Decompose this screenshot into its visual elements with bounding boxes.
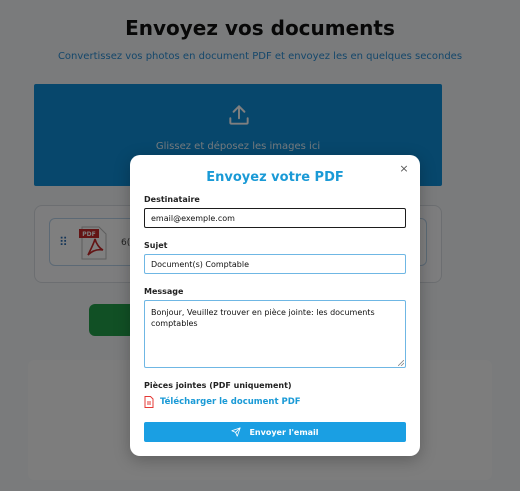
send-email-button[interactable]: Envoyer l'email	[144, 422, 406, 442]
recipient-field[interactable]	[144, 208, 406, 228]
recipient-label: Destinataire	[144, 195, 200, 204]
download-pdf-text: Télécharger le document PDF	[160, 397, 301, 407]
download-pdf-link[interactable]: Télécharger le document PDF	[144, 395, 301, 409]
message-label: Message	[144, 287, 184, 296]
message-text: Bonjour, Veuillez trouver en pièce joint…	[151, 308, 375, 328]
resize-grip-icon[interactable]	[398, 360, 404, 366]
send-email-label: Envoyer l'email	[249, 427, 319, 437]
subject-label: Sujet	[144, 241, 168, 250]
attachments-label: Pièces jointes (PDF uniquement)	[144, 381, 292, 390]
pdf-file-icon	[144, 396, 154, 408]
paper-plane-icon	[231, 427, 242, 437]
send-pdf-modal: × Envoyez votre PDF Destinataire Sujet M…	[130, 155, 420, 456]
message-textarea[interactable]: Bonjour, Veuillez trouver en pièce joint…	[144, 300, 406, 368]
modal-title: Envoyez votre PDF	[206, 170, 344, 185]
subject-field[interactable]	[144, 254, 406, 274]
